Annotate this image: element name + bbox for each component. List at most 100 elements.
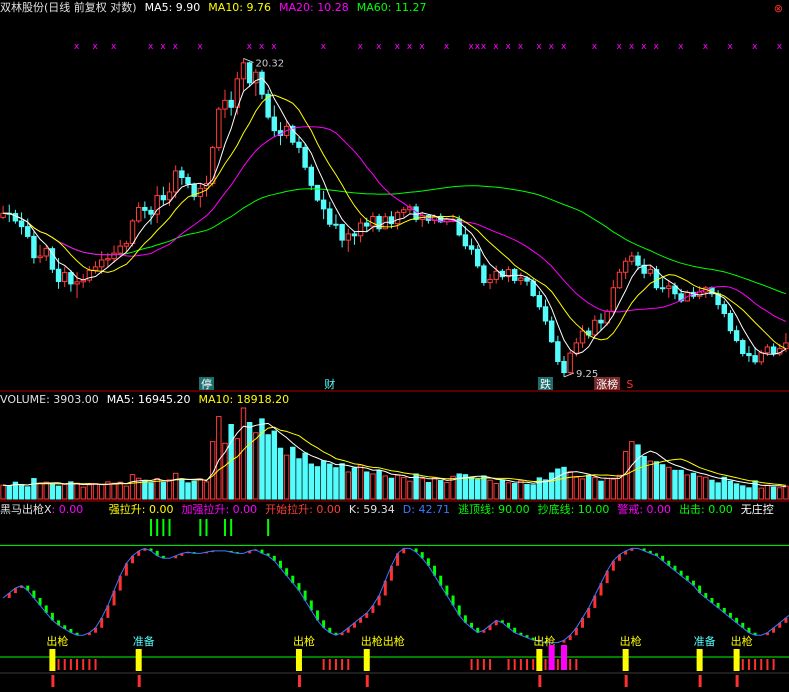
volume-bar: [197, 478, 204, 500]
signal-block: [696, 649, 703, 671]
candle-body: [721, 304, 727, 314]
volume-bar: [74, 482, 80, 500]
candle-body: [18, 220, 25, 228]
k-line: [2, 547, 789, 644]
signal-label: 准备: [694, 634, 716, 648]
close-icon[interactable]: ⊗: [774, 2, 783, 15]
volume-bar: [142, 480, 148, 500]
event-marker: x: [616, 42, 622, 52]
volume-bar: [191, 480, 197, 500]
indicator-no-control: 无庄控: [740, 503, 774, 516]
event-marker: x: [703, 42, 709, 52]
candle-body: [659, 287, 666, 290]
volume-bar: [351, 467, 358, 500]
volume-bar: [172, 472, 179, 500]
volume-bar: [129, 474, 136, 500]
signal-bar-short: [76, 659, 79, 670]
candle-body: [105, 258, 111, 261]
volume-bar: [308, 463, 315, 500]
volume-bar: [98, 483, 105, 500]
event-marker: x: [629, 42, 635, 52]
signal-bar-short: [766, 659, 769, 670]
candle-body: [629, 255, 635, 262]
volume-bar: [370, 473, 376, 500]
volume-bar: [382, 475, 388, 500]
stock-chart[interactable]: 20.329.25x x x x x x x x x x x x x x x x x x x x x x x x x x x x x x x…: [0, 0, 789, 692]
event-marker: x: [148, 42, 154, 52]
candle-body: [635, 255, 641, 266]
candle-body: [351, 233, 358, 237]
candle-body: [314, 184, 321, 201]
signal-bar-short: [556, 659, 559, 670]
signal-tick: [698, 675, 702, 687]
strike-tick: [223, 519, 226, 536]
indicator-name: 黑马出枪X: 0.00: [0, 503, 83, 516]
high-pointer: [243, 57, 254, 63]
volume-bar: [394, 474, 401, 500]
candle-body: [567, 352, 573, 374]
indicator-start-pull: 开始拉升: 0.00: [265, 503, 341, 516]
event-marker: x: [74, 42, 80, 52]
candle-body: [462, 234, 469, 247]
volume-bar: [80, 486, 86, 500]
event-marker: x: [376, 42, 382, 52]
volume-bar: [376, 470, 382, 500]
indicator-bottom-line: 抄底线: 10.00: [537, 503, 610, 516]
signal-tick: [538, 675, 542, 687]
candle-body: [246, 62, 253, 84]
candle-body: [92, 266, 99, 271]
signal-bar-short: [519, 659, 522, 670]
candle-body: [172, 170, 179, 193]
signal-bar-short: [532, 659, 535, 670]
ma60-readout: MA60: 11.27: [356, 1, 427, 14]
signal-label: 出枪: [620, 634, 642, 648]
volume-bar: [585, 474, 592, 500]
volume-bar: [401, 477, 407, 500]
event-marker: x: [518, 42, 524, 52]
indicator-strong-pull: 强拉升: 0.00: [108, 503, 174, 516]
high-price-label: 20.32: [255, 58, 284, 69]
event-marker: x: [247, 42, 253, 52]
candle-body: [548, 320, 555, 343]
signal-block: [536, 649, 543, 671]
candle-body: [135, 206, 142, 222]
volume-bar: [758, 487, 764, 500]
event-marker: x: [592, 42, 598, 52]
candle-body: [98, 259, 105, 268]
strike-tick: [199, 519, 202, 536]
volume-bar: [511, 483, 518, 500]
candle-body: [259, 71, 265, 95]
candle-body: [752, 355, 758, 363]
volume-bar: [339, 463, 345, 500]
candle-body: [474, 248, 481, 267]
volume-bar: [49, 483, 56, 500]
price-header: 双林股份(日线 前复权 对数) MA5: 9.90 MA10: 9.76 MA20: …: [0, 0, 434, 16]
strike-tick: [150, 519, 153, 536]
candle-body: [117, 245, 123, 254]
candle-body: [364, 222, 370, 227]
signal-bar-short: [569, 659, 572, 670]
signal-label: 出枪: [293, 634, 315, 648]
price-panel: 20.329.25x x x x x x x x x x x x x x x x x x x x x x x x x x x x x x x…: [0, 42, 789, 392]
candle-body: [666, 285, 672, 289]
volume-bar: [690, 472, 697, 500]
volume-bar: [542, 479, 549, 500]
signal-bar-short: [507, 659, 510, 670]
signal-bar-short: [341, 659, 344, 670]
signal-label: 出枪: [731, 634, 753, 648]
volume-bar: [444, 482, 450, 500]
signal-block: [135, 649, 142, 671]
event-tag: 停: [201, 377, 212, 391]
candle-body: [160, 195, 167, 201]
event-marker: x: [506, 42, 512, 52]
indicator-panel: 出枪准备出枪出枪出枪出枪出枪准备出枪出枪: [0, 519, 789, 687]
signal-bar-short: [754, 659, 757, 670]
candle-body: [327, 208, 333, 225]
candle-body: [481, 265, 487, 284]
volume-ma5-readout: MA5: 16945.20: [106, 393, 191, 406]
signal-bar-short: [334, 659, 337, 670]
candle-body: [222, 99, 228, 110]
indicator-name-text: 黑马出枪X: [0, 503, 52, 516]
volume-bar: [468, 476, 475, 500]
candle-body: [74, 281, 80, 285]
